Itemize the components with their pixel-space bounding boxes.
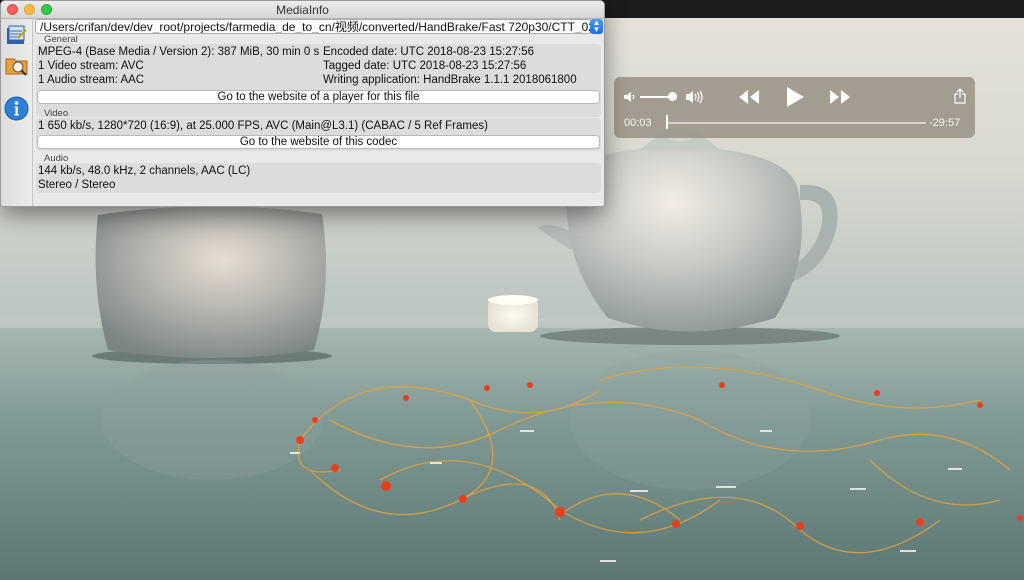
audio-section: 144 kb/s, 48.0 kHz, 2 channels, AAC (LC)… (36, 163, 601, 193)
player-website-button[interactable]: Go to the website of a player for this f… (37, 90, 600, 104)
player-controls: 00:03 -29:57 (614, 77, 975, 138)
scrubber-bar[interactable] (666, 122, 926, 124)
general-writing-application: Writing application: HandBrake 1.1.1 201… (323, 74, 577, 86)
current-time: 00:03 (624, 117, 652, 129)
general-format: MPEG-4 (Base Media / Version 2): 387 MiB… (38, 46, 320, 58)
play-icon[interactable] (785, 86, 805, 108)
side-toolbar (1, 19, 33, 206)
open-file-icon[interactable] (4, 22, 29, 47)
mediainfo-window: MediaInfo /Users/crifan/dev/dev_root/pro… (0, 0, 605, 207)
volume-slider-knob[interactable] (668, 92, 677, 101)
rewind-icon[interactable] (737, 89, 761, 105)
general-section: MPEG-4 (Base Media / Version 2): 387 MiB… (36, 44, 601, 117)
window-title: MediaInfo (276, 3, 329, 17)
general-tagged-date: Tagged date: UTC 2018-08-23 15:27:56 (323, 60, 527, 72)
open-folder-icon[interactable] (4, 52, 29, 77)
volume-high-icon[interactable] (685, 89, 705, 105)
remaining-time: -29:57 (929, 117, 961, 129)
info-icon[interactable] (4, 96, 29, 121)
file-path-select[interactable]: /Users/crifan/dev/dev_root/projects/farm… (35, 19, 591, 34)
title-bar[interactable]: MediaInfo (1, 1, 604, 19)
share-icon[interactable] (954, 88, 966, 104)
general-encoded-date: Encoded date: UTC 2018-08-23 15:27:56 (323, 46, 534, 58)
chevron-updown-icon[interactable]: ▲ ▼ (590, 19, 603, 34)
volume-low-icon[interactable] (623, 90, 637, 104)
audio-channels: Stereo / Stereo (38, 179, 116, 191)
info-panel: General MPEG-4 (Base Media / Version 2):… (34, 34, 603, 206)
codec-website-button[interactable]: Go to the website of this codec (37, 135, 600, 149)
video-details: 1 650 kb/s, 1280*720 (16:9), at 25.000 F… (38, 120, 488, 132)
general-audio-streams: 1 Audio stream: AAC (38, 74, 145, 86)
audio-details: 144 kb/s, 48.0 kHz, 2 channels, AAC (LC) (38, 165, 251, 177)
fast-forward-icon[interactable] (828, 89, 852, 105)
general-video-streams: 1 Video stream: AVC (38, 60, 144, 72)
scrubber-handle[interactable] (666, 115, 668, 129)
